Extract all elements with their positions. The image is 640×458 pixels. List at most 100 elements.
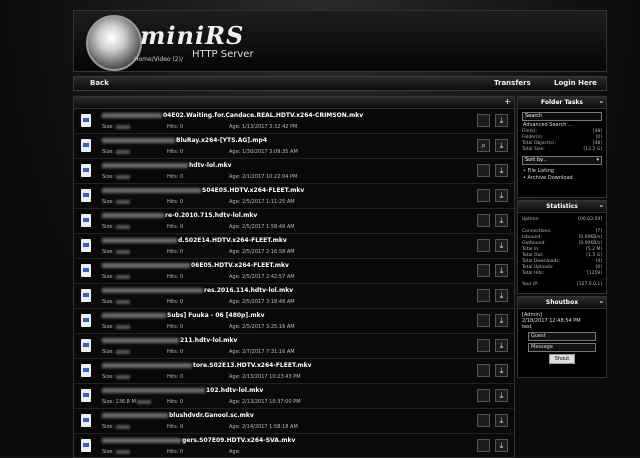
download-icon[interactable]: ⤓ [495,389,508,402]
stat-label: Total Downloads: [522,259,561,264]
file-name-link[interactable]: d.S02E14.HDTV.x264-FLEET.mkv [102,237,287,244]
stat-label: Total Size: [522,147,545,152]
shout-message-input[interactable]: Message [528,343,596,352]
blank-button[interactable] [477,264,490,277]
table-row[interactable]: res.2016.114.hdtv-lol.mkv Size: Hits: 0 … [74,284,514,309]
table-row[interactable]: S04E05.HDTV.x264-FLEET.mkv Size: Hits: 0… [74,184,514,209]
blank-button[interactable] [477,289,490,302]
download-icon[interactable]: ⤓ [495,414,508,427]
download-icon[interactable]: ⤓ [495,289,508,302]
back-link[interactable]: Back [90,79,109,87]
shout-name-input[interactable]: Guest [528,332,596,341]
minimize-icon[interactable]: – [600,201,604,212]
file-name-text: S04E05.HDTV.x264-FLEET.mkv [202,187,305,194]
blank-button[interactable] [477,439,490,452]
file-hits: Hits: 0 [167,274,184,280]
file-name-link[interactable]: tore.S02E13.HDTV.x264-FLEET.mkv [102,362,312,369]
file-name-link[interactable]: hdtv-lol.mkv [102,162,232,169]
download-icon[interactable]: ⤓ [495,314,508,327]
archive-download-link[interactable]: • Archive Download [523,175,601,181]
file-name-link[interactable]: res.2016.114.hdtv-lol.mkv [102,287,293,294]
file-size: Size: [102,174,130,180]
table-row[interactable]: 06E05.HDTV.x264-FLEET.mkv Size: Hits: 0 … [74,259,514,284]
table-row[interactable]: gers.S07E09.HDTV.x264-SVA.mkv Size: Hits… [74,434,514,457]
file-hits: Hits: 0 [167,374,184,380]
download-icon[interactable]: ⤓ [495,264,508,277]
blank-button[interactable] [477,239,490,252]
download-icon[interactable]: ⤓ [495,339,508,352]
file-name-text: 211.hdtv-lol.mkv [180,337,238,344]
blank-button[interactable] [477,214,490,227]
stat-label: Total Out: [522,253,544,258]
download-icon[interactable]: ⤓ [495,239,508,252]
search-icon[interactable]: ⌕ [477,139,490,152]
advanced-search-link[interactable]: Advanced Search ... [523,122,601,128]
file-name-link[interactable]: 06E05.HDTV.x264-FLEET.mkv [102,262,289,269]
file-age: Age: 2/13/2017 10:37:00 PM [229,399,301,405]
blank-button[interactable] [477,114,490,127]
login-link[interactable]: Login Here [554,79,597,87]
table-row[interactable]: 211.hdtv-lol.mkv Size: Hits: 0 Age: 2/7/… [74,334,514,359]
blank-button[interactable] [477,339,490,352]
file-name-link[interactable]: re-0.2010.715.hdtv-lol.mkv [102,212,257,219]
transfers-link[interactable]: Transfers [494,79,531,87]
download-icon[interactable]: ⤓ [495,439,508,452]
file-name-text: BluRay.x264-[YTS.AG].mp4 [176,137,268,144]
minimize-icon[interactable]: – [600,297,604,308]
download-icon[interactable]: ⤓ [495,189,508,202]
file-name-link[interactable]: S04E05.HDTV.x264-FLEET.mkv [102,187,304,194]
table-row[interactable]: 102.hdtv-lol.mkv Size: 136.8 M Hits: 0 A… [74,384,514,409]
file-name-link[interactable]: blushdvdr.Ganool.sc.mkv [102,412,254,419]
blank-button[interactable] [477,389,490,402]
download-icon[interactable]: ⤓ [495,164,508,177]
file-listing-link[interactable]: • File Listing [523,168,601,174]
file-name-link[interactable]: 102.hdtv-lol.mkv [102,387,263,394]
statistics-title-text: Statistics [546,203,578,210]
blank-button[interactable] [477,364,490,377]
sort-select[interactable]: Sort by... ▾ [522,156,602,165]
table-row[interactable]: blushdvdr.Ganool.sc.mkv Size: Hits: 0 Ag… [74,409,514,434]
shout-button[interactable]: Shout [549,354,575,364]
video-file-icon [81,114,91,127]
download-icon[interactable]: ⤓ [495,364,508,377]
file-name-link[interactable]: gers.S07E09.HDTV.x264-SVA.mkv [102,437,295,444]
file-name-text: tore.S02E13.HDTV.x264-FLEET.mkv [193,362,312,369]
blank-button[interactable] [477,164,490,177]
file-hits: Hits: 0 [167,124,184,130]
file-name-link[interactable]: Subs] Fuuka - 06 [480p].mkv [102,312,265,319]
folder-tasks-title: Folder Tasks – [518,97,606,109]
blank-button[interactable] [477,189,490,202]
download-icon[interactable]: ⤓ [495,139,508,152]
table-row[interactable]: d.S02E14.HDTV.x264-FLEET.mkv Size: Hits:… [74,234,514,259]
expand-icon[interactable]: + [504,97,511,106]
video-file-icon [81,314,91,327]
stat-value: [48] [592,141,602,146]
file-age: Age: 1/30/2017 3:09:35 AM [229,149,298,155]
blank-button[interactable] [477,414,490,427]
file-listing-text: File Listing [527,168,554,174]
stat-value: [1.5 G] [586,253,602,258]
file-name-link[interactable]: BluRay.x264-[YTS.AG].mp4 [102,137,267,144]
table-row[interactable]: 04E02.Waiting.for.Candace.REAL.HDTV.x264… [74,109,514,134]
file-name-link[interactable]: 04E02.Waiting.for.Candace.REAL.HDTV.x264… [102,112,363,119]
table-row[interactable]: hdtv-lol.mkv Size: Hits: 0 Age: 2/1/2017… [74,159,514,184]
shoutbox-title-text: Shoutbox [545,299,579,306]
table-row[interactable]: BluRay.x264-[YTS.AG].mp4 Size: Hits: 0 A… [74,134,514,159]
stat-value: [0.00KB/s] [578,235,602,240]
file-name-text: Subs] Fuuka - 06 [480p].mkv [167,312,265,319]
video-file-icon [81,189,91,202]
download-icon[interactable]: ⤓ [495,114,508,127]
file-size-text: Size: 136.8 M [102,399,136,405]
blank-button[interactable] [477,314,490,327]
minimize-icon[interactable]: – [600,97,604,108]
file-size: Size: [102,374,130,380]
table-row[interactable]: Subs] Fuuka - 06 [480p].mkv Size: Hits: … [74,309,514,334]
file-name-link[interactable]: 211.hdtv-lol.mkv [102,337,237,344]
table-row[interactable]: tore.S02E13.HDTV.x264-FLEET.mkv Size: Hi… [74,359,514,384]
download-icon[interactable]: ⤓ [495,214,508,227]
ip-label: Your IP: [522,282,539,287]
video-file-icon [81,414,91,427]
file-size: Size: 136.8 M [102,399,152,405]
table-row[interactable]: re-0.2010.715.hdtv-lol.mkv Size: Hits: 0… [74,209,514,234]
search-input[interactable]: Search [522,112,602,121]
